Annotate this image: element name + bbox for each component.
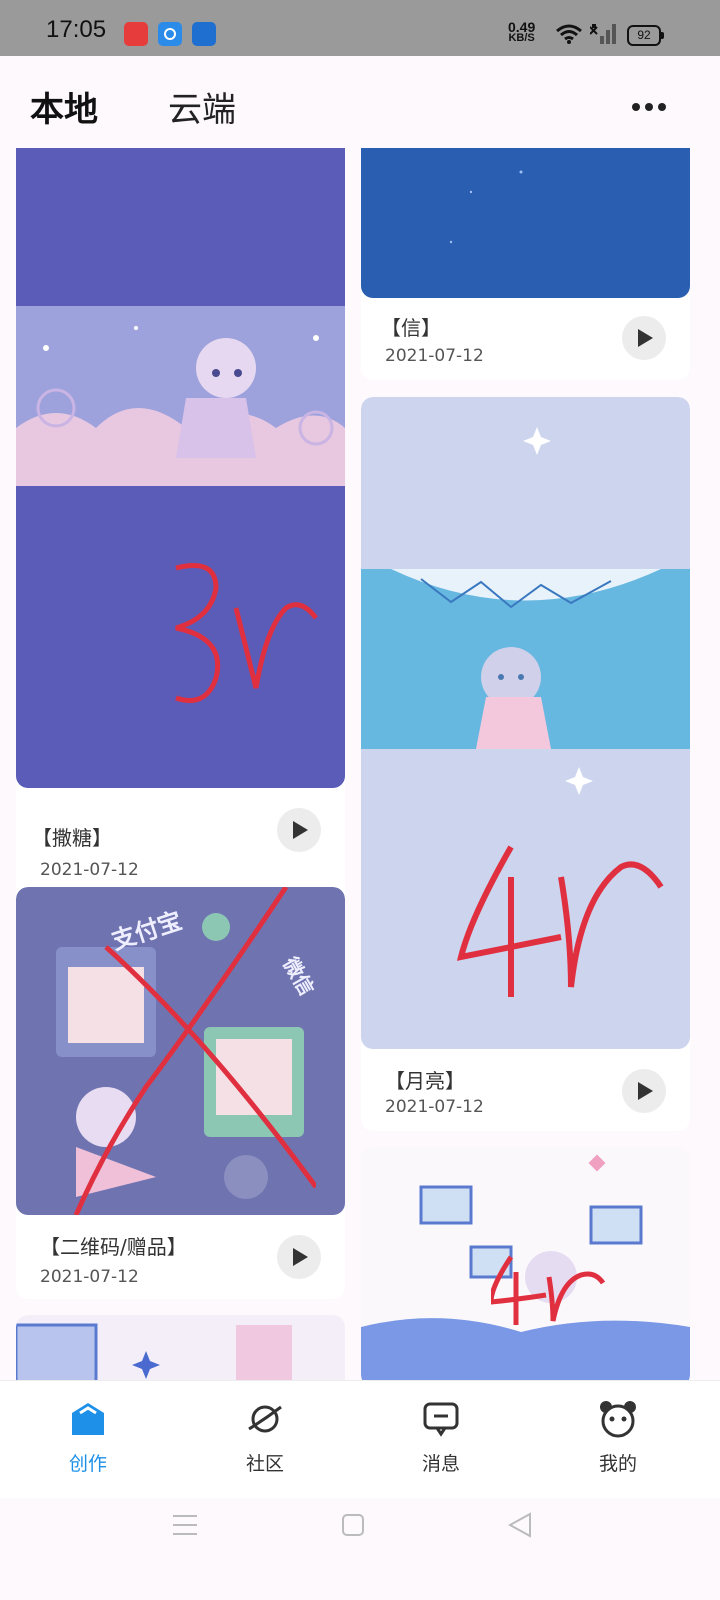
status-bar: 17:05 0.49 KB/S 92 bbox=[0, 0, 720, 56]
work-title: 【月亮】 bbox=[385, 1069, 465, 1093]
play-icon bbox=[293, 1248, 308, 1266]
play-button[interactable] bbox=[622, 1069, 666, 1113]
work-card-letter[interactable]: 【信】 2021-07-12 bbox=[361, 148, 690, 380]
more-menu-button[interactable] bbox=[632, 96, 676, 111]
panda-icon bbox=[600, 1401, 636, 1438]
home-icon[interactable] bbox=[342, 1514, 364, 1536]
wifi-icon bbox=[556, 24, 582, 44]
play-icon bbox=[638, 1082, 653, 1100]
system-navigation bbox=[0, 1498, 720, 1600]
price-scribble bbox=[175, 563, 318, 703]
signal-icon bbox=[590, 24, 616, 44]
back-icon[interactable] bbox=[508, 1512, 532, 1538]
works-grid[interactable]: 【撒糖】 2021-07-12 支付宝 微信 【二维码/赠品】 2021-07-… bbox=[0, 148, 720, 1380]
price-scribble bbox=[456, 845, 664, 997]
work-thumbnail[interactable] bbox=[361, 397, 690, 1049]
battery-icon: 92 bbox=[627, 25, 664, 46]
play-button[interactable] bbox=[277, 1235, 321, 1279]
work-thumbnail[interactable] bbox=[16, 148, 345, 788]
artwork-scene bbox=[16, 1323, 292, 1380]
menu-icon[interactable] bbox=[172, 1514, 198, 1536]
zhihu-notification-icon bbox=[192, 22, 216, 46]
nav-me[interactable]: 我的 bbox=[568, 1399, 668, 1476]
artwork-scene bbox=[449, 170, 523, 244]
planet-icon bbox=[248, 1405, 282, 1433]
play-button[interactable] bbox=[622, 316, 666, 360]
tab-cloud[interactable]: 云端 bbox=[168, 82, 236, 131]
work-date: 2021-07-12 bbox=[385, 346, 484, 366]
play-icon bbox=[638, 329, 653, 347]
work-card[interactable] bbox=[16, 1315, 345, 1380]
play-button[interactable] bbox=[277, 808, 321, 852]
work-date: 2021-07-12 bbox=[385, 1097, 484, 1117]
work-title: 【信】 bbox=[381, 316, 441, 340]
cross-scribble bbox=[73, 887, 316, 1215]
top-header: 本地 云端 bbox=[0, 56, 720, 148]
nav-create[interactable]: 创作 bbox=[38, 1399, 138, 1476]
status-time: 17:05 bbox=[46, 16, 107, 43]
work-thumbnail[interactable]: 支付宝 微信 bbox=[16, 887, 345, 1215]
app-notification-icon bbox=[124, 22, 148, 46]
work-date: 2021-07-12 bbox=[40, 1267, 139, 1287]
work-title: 【撒糖】 bbox=[32, 826, 112, 850]
message-icon bbox=[423, 1402, 459, 1437]
work-thumbnail[interactable] bbox=[361, 1147, 690, 1380]
work-card-moon[interactable]: 【月亮】 2021-07-12 bbox=[361, 397, 690, 1131]
work-card-qrcode[interactable]: 支付宝 微信 【二维码/赠品】 2021-07-12 bbox=[16, 887, 345, 1299]
work-date: 2021-07-12 bbox=[40, 860, 139, 880]
play-icon bbox=[293, 821, 308, 839]
nav-community[interactable]: 社区 bbox=[215, 1399, 315, 1476]
network-speed: 0.49 KB/S bbox=[508, 19, 536, 44]
app-notification-icon bbox=[158, 22, 182, 46]
price-scribble bbox=[491, 1255, 606, 1325]
work-title: 【二维码/赠品】 bbox=[40, 1235, 187, 1259]
work-thumbnail[interactable] bbox=[16, 1315, 345, 1380]
tab-local[interactable]: 本地 bbox=[30, 82, 98, 131]
create-icon bbox=[72, 1403, 104, 1435]
work-card[interactable] bbox=[361, 1147, 690, 1380]
bottom-navigation: 创作 社区 消息 我的 bbox=[0, 1380, 720, 1499]
nav-messages[interactable]: 消息 bbox=[391, 1399, 491, 1476]
work-thumbnail[interactable] bbox=[361, 148, 690, 298]
